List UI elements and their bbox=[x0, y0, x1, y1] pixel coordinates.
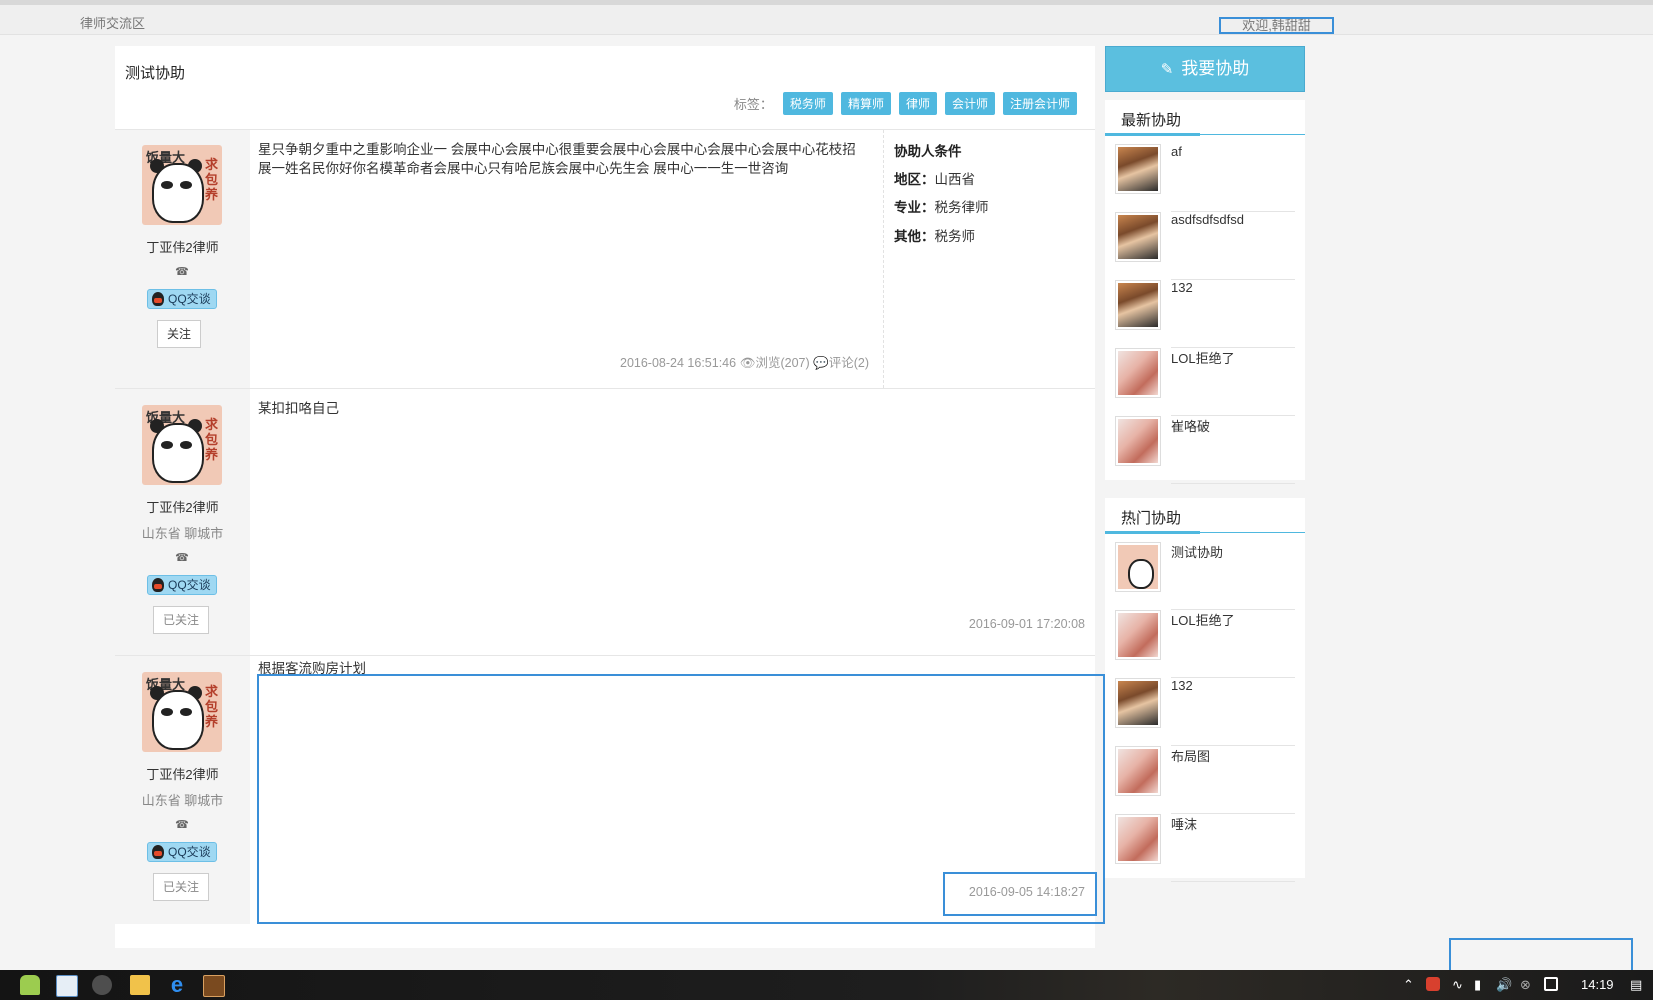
app-icon[interactable] bbox=[203, 975, 225, 997]
phone-icon: ☎ bbox=[175, 552, 189, 564]
site-name[interactable]: 律师交流区 bbox=[80, 13, 145, 32]
comments-count: (2) bbox=[853, 356, 869, 370]
list-item[interactable]: 测试协助 bbox=[1115, 542, 1295, 610]
user-avatar[interactable] bbox=[1115, 678, 1161, 728]
windows-taskbar: e ⌃ ∿ ▮ 🔊 ⊗ 14:19 ▤ bbox=[0, 970, 1653, 1000]
requirement-other: 其他：税务师 bbox=[894, 229, 975, 244]
search-app-icon[interactable] bbox=[1544, 977, 1558, 991]
qq-icon bbox=[152, 578, 164, 592]
eye-icon: 👁 bbox=[739, 356, 756, 370]
latest-help-block: 最新协助 af asdfsdfsdfsd 132 LOL拒绝了 崔咯破 bbox=[1105, 100, 1305, 484]
author-avatar[interactable]: 饭量大 求包养 bbox=[142, 672, 222, 752]
qq-chat-button[interactable]: QQ交谈 bbox=[147, 575, 217, 595]
user-avatar[interactable] bbox=[1115, 416, 1161, 466]
welcome-user-link[interactable]: 欢迎,韩甜甜 bbox=[1219, 17, 1334, 34]
post-meta: 2016-08-24 16:51:46 👁浏览(207) 💬评论(2) bbox=[620, 352, 869, 371]
list-item[interactable]: asdfsdfsdfsd bbox=[1115, 212, 1295, 280]
edge-browser-icon[interactable]: e bbox=[167, 974, 187, 996]
requirement-region: 地区：山西省 bbox=[894, 172, 975, 187]
list-item[interactable]: LOL拒绝了 bbox=[1115, 348, 1295, 416]
post-author-panel: 饭量大 求包养 丁亚伟2律师 ☎ QQ交谈 关注 bbox=[115, 130, 250, 388]
author-location: 山东省 聊城市 bbox=[141, 793, 224, 808]
request-help-button[interactable]: ✎ 我要协助 bbox=[1105, 46, 1305, 92]
tags-label: 标签： bbox=[733, 97, 773, 112]
comment-icon: 💬 bbox=[813, 356, 829, 370]
list-item[interactable]: 唾沫 bbox=[1115, 814, 1295, 882]
user-avatar[interactable] bbox=[1115, 212, 1161, 262]
phone-icon: ☎ bbox=[175, 266, 189, 278]
followed-button[interactable]: 已关注 bbox=[153, 873, 209, 901]
post-author-panel: 饭量大 求包养 丁亚伟2律师 山东省 聊城市 ☎ QQ交谈 已关注 bbox=[115, 389, 250, 655]
user-avatar[interactable] bbox=[1115, 814, 1161, 864]
views-label: 浏览 bbox=[755, 356, 781, 370]
follow-button[interactable]: 关注 bbox=[157, 320, 201, 348]
user-avatar[interactable] bbox=[1115, 746, 1161, 796]
qq-chat-button[interactable]: QQ交谈 bbox=[147, 289, 217, 309]
post-date: 2016-09-01 17:20:08 bbox=[968, 617, 1085, 631]
tray-app-icon[interactable] bbox=[1426, 977, 1440, 991]
system-clock[interactable]: 14:19 bbox=[1581, 977, 1614, 992]
notification-icon[interactable]: ▤ bbox=[1630, 977, 1642, 993]
android-icon[interactable] bbox=[20, 975, 40, 995]
tag[interactable]: 精算师 bbox=[840, 92, 891, 115]
tag-list: 标签： 税务师 精算师 律师 会计师 注册会计师 bbox=[734, 92, 1077, 115]
top-bar: 律师交流区 欢迎,韩甜甜 bbox=[0, 0, 1653, 35]
database-icon[interactable] bbox=[92, 975, 112, 995]
user-avatar[interactable] bbox=[1115, 610, 1161, 660]
views-count: (207) bbox=[780, 356, 810, 370]
highlight-box bbox=[943, 872, 1097, 916]
followed-button[interactable]: 已关注 bbox=[153, 606, 209, 634]
post-item: 饭量大 求包养 丁亚伟2律师 ☎ QQ交谈 关注 星只争朝夕重中之重影响企业一 … bbox=[115, 130, 1095, 389]
phone-icon: ☎ bbox=[175, 819, 189, 831]
folder-icon[interactable] bbox=[130, 975, 150, 995]
tag[interactable]: 注册会计师 bbox=[1002, 92, 1077, 115]
tag[interactable]: 税务师 bbox=[782, 92, 833, 115]
qq-icon bbox=[152, 845, 164, 859]
post-item: 饭量大 求包养 丁亚伟2律师 山东省 聊城市 ☎ QQ交谈 已关注 某扣扣咯自己 … bbox=[115, 389, 1095, 656]
qq-icon bbox=[152, 292, 164, 306]
user-avatar[interactable] bbox=[1115, 348, 1161, 398]
tag[interactable]: 会计师 bbox=[944, 92, 995, 115]
chevron-up-icon[interactable]: ⌃ bbox=[1403, 977, 1414, 993]
list-item[interactable]: af bbox=[1115, 144, 1295, 212]
user-avatar[interactable] bbox=[1115, 280, 1161, 330]
author-name[interactable]: 丁亚伟2律师 bbox=[115, 764, 250, 783]
author-avatar[interactable]: 饭量大 求包养 bbox=[142, 145, 222, 225]
app-icon[interactable] bbox=[56, 975, 78, 997]
post-date: 2016-08-24 16:51:46 bbox=[620, 356, 737, 370]
requirement-major: 专业：税务律师 bbox=[894, 200, 989, 215]
pencil-icon: ✎ bbox=[1160, 61, 1174, 78]
qq-chat-button[interactable]: QQ交谈 bbox=[147, 842, 217, 862]
list-item[interactable]: 崔咯破 bbox=[1115, 416, 1295, 484]
author-name[interactable]: 丁亚伟2律师 bbox=[115, 237, 250, 256]
author-name[interactable]: 丁亚伟2律师 bbox=[115, 497, 250, 516]
author-avatar[interactable]: 饭量大 求包养 bbox=[142, 405, 222, 485]
post-content: 星只争朝夕重中之重影响企业一 会展中心会展中心很重要会展中心会展中心会展中心会展… bbox=[258, 142, 856, 176]
wifi-icon[interactable]: ∿ bbox=[1452, 977, 1463, 993]
latest-help-header: 最新协助 bbox=[1105, 100, 1305, 136]
list-item[interactable]: LOL拒绝了 bbox=[1115, 610, 1295, 678]
post-author-panel: 饭量大 求包养 丁亚伟2律师 山东省 聊城市 ☎ QQ交谈 已关注 bbox=[115, 656, 250, 924]
hot-help-block: 热门协助 测试协助 LOL拒绝了 132 布局图 唾沫 bbox=[1105, 498, 1305, 882]
user-avatar[interactable] bbox=[1115, 144, 1161, 194]
list-item[interactable]: 布局图 bbox=[1115, 746, 1295, 814]
comments-label[interactable]: 评论 bbox=[829, 356, 854, 370]
requirements-panel: 协助人条件 地区：山西省 专业：税务律师 其他：税务师 bbox=[883, 130, 1096, 388]
author-location: 山东省 聊城市 bbox=[141, 526, 224, 541]
post-content: 某扣扣咯自己 bbox=[258, 401, 339, 416]
tag[interactable]: 律师 bbox=[898, 92, 937, 115]
close-circle-icon[interactable]: ⊗ bbox=[1520, 977, 1531, 993]
list-item[interactable]: 132 bbox=[1115, 280, 1295, 348]
list-item[interactable]: 132 bbox=[1115, 678, 1295, 746]
volume-icon[interactable]: 🔊 bbox=[1496, 977, 1512, 993]
user-avatar[interactable] bbox=[1115, 542, 1161, 592]
battery-icon[interactable]: ▮ bbox=[1474, 977, 1481, 993]
topic-title: 测试协助 bbox=[125, 65, 186, 82]
requirements-title: 协助人条件 bbox=[894, 144, 962, 159]
hot-help-header: 热门协助 bbox=[1105, 498, 1305, 534]
